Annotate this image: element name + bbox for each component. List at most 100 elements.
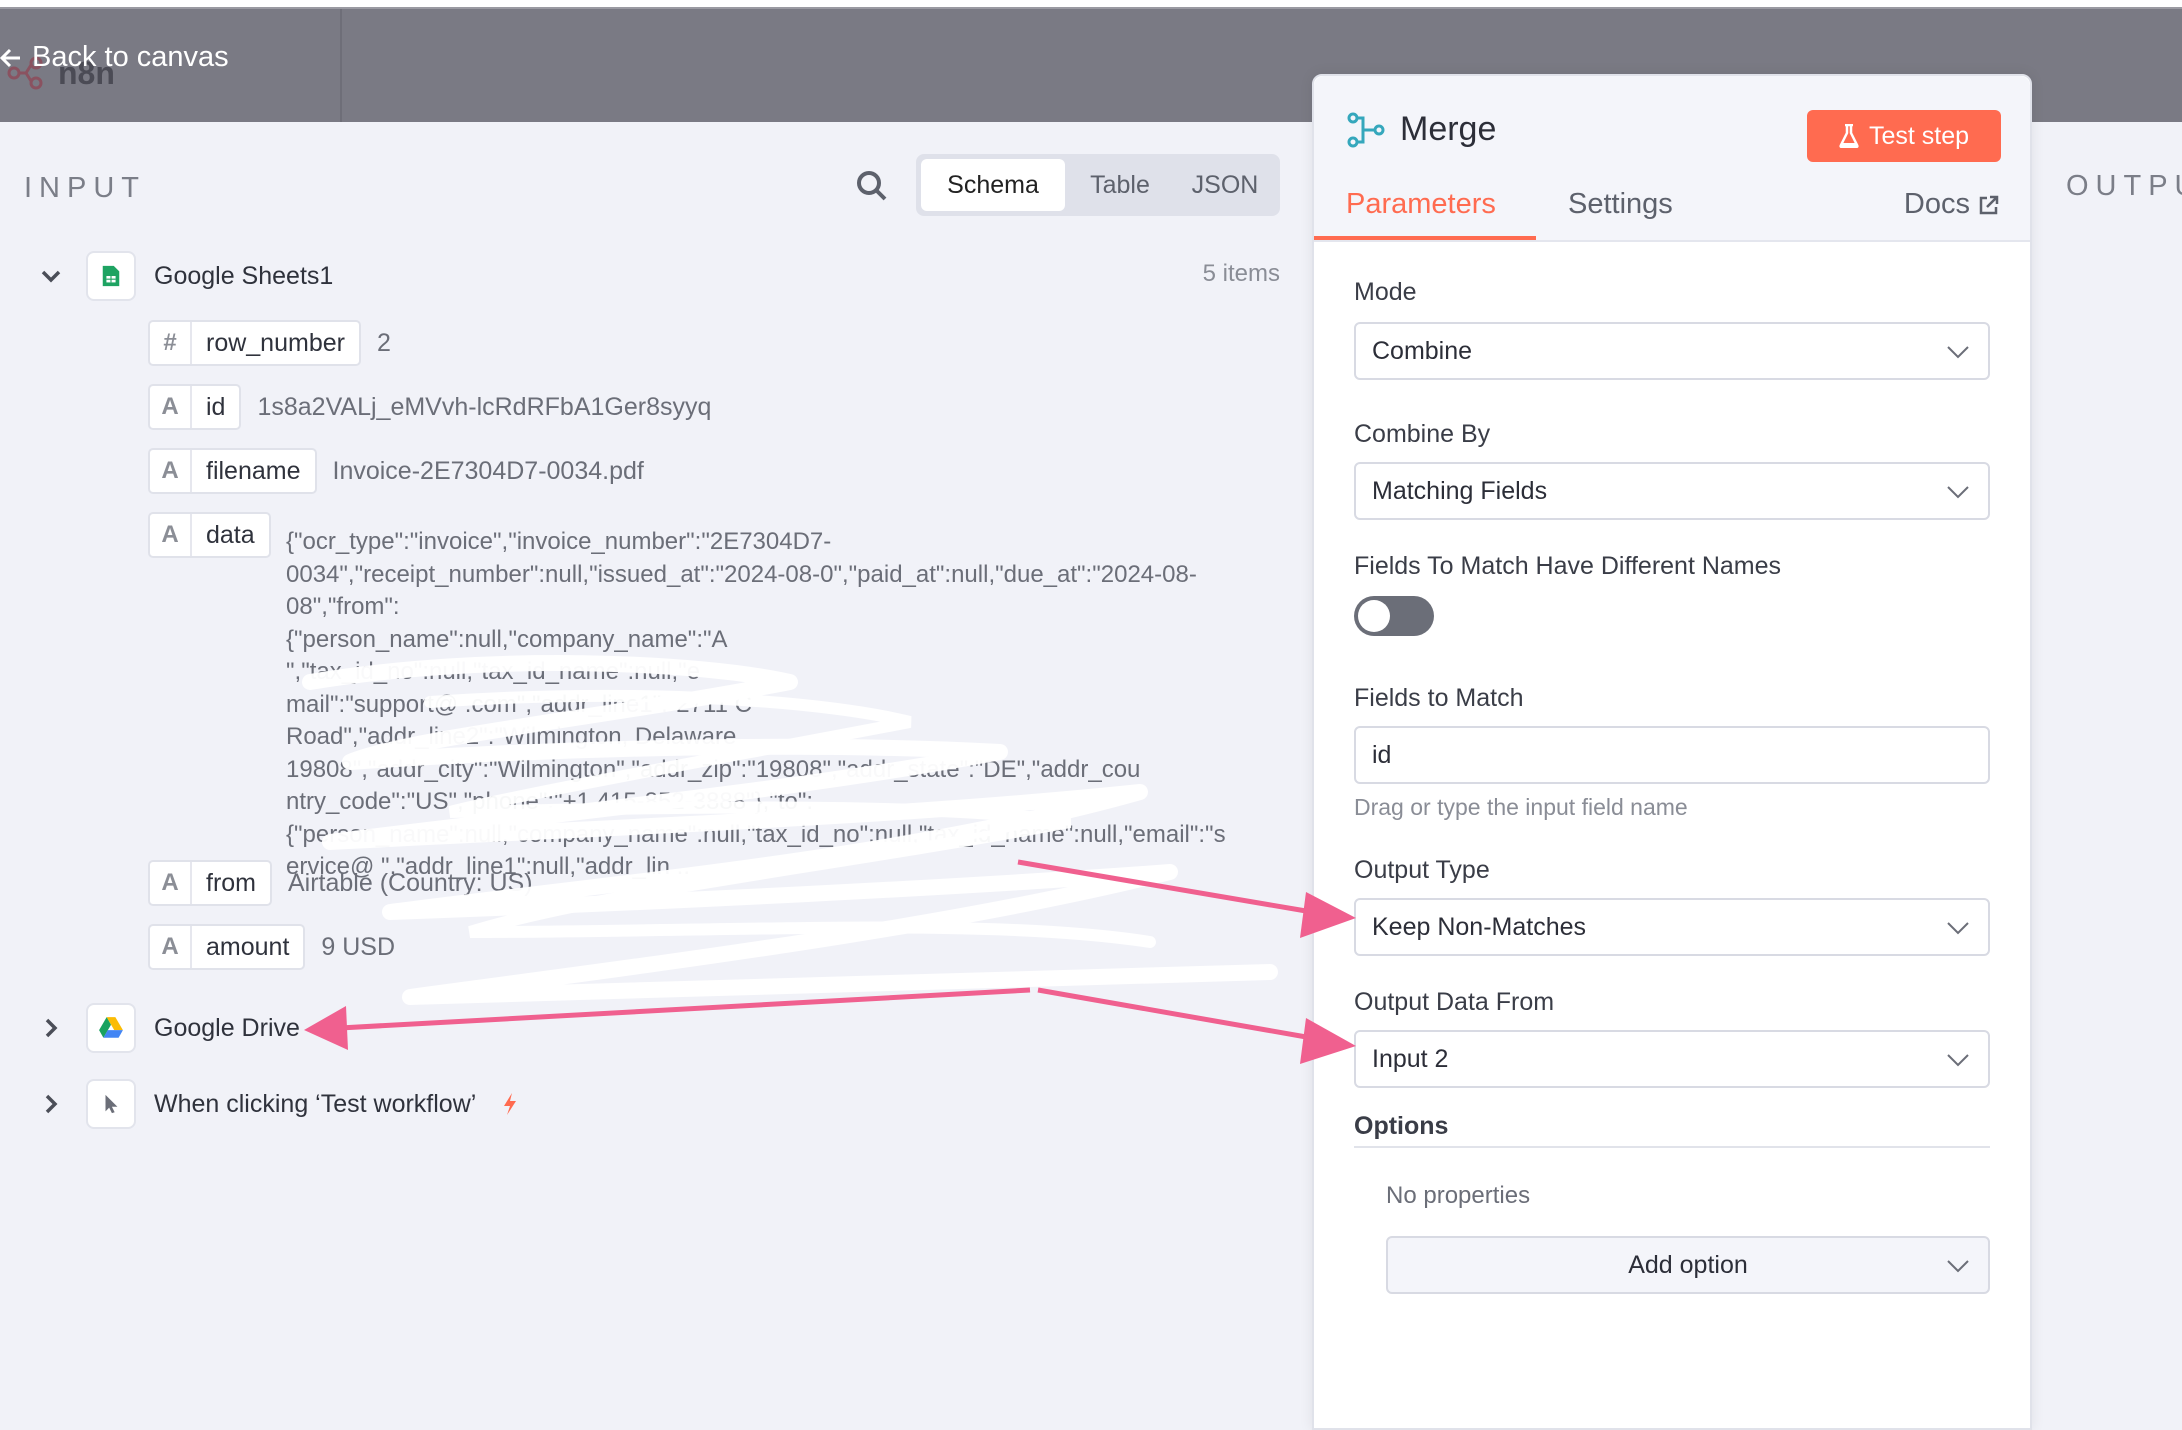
mode-select[interactable]: Combine — [1354, 322, 1990, 380]
field-row: Afrom Airtable (Country: US) — [148, 860, 533, 906]
field-row: # row_number 2 — [148, 320, 391, 366]
combine-by-label: Combine By — [1354, 420, 1491, 448]
flask-icon — [1839, 124, 1859, 148]
field-pill[interactable]: Adata — [148, 512, 271, 558]
search-button[interactable] — [852, 166, 892, 206]
number-type-icon: # — [150, 322, 192, 364]
field-value: Invoice-2E7304D7-0034.pdf — [332, 457, 644, 485]
merge-panel-header: Merge Test step Parameters Settings Docs — [1314, 76, 2030, 242]
combine-by-select[interactable]: Matching Fields — [1354, 462, 1990, 520]
tab-settings[interactable]: Settings — [1568, 188, 1673, 221]
field-key: amount — [206, 932, 290, 961]
data-line: Road","addr_line2":"Wilmington, Delaware — [286, 723, 737, 750]
data-line: 19808","addr_city":"Wilmington","addr_zi… — [286, 755, 1141, 783]
field-value: 2 — [376, 329, 391, 357]
chevron-down-icon — [1947, 922, 1969, 935]
data-line: ","tax_id_no":null,"tax_id_name":null,"e — [286, 658, 701, 685]
data-line: 08","from": — [286, 593, 400, 620]
tab-schema[interactable]: Schema — [921, 159, 1065, 211]
search-icon — [857, 171, 887, 201]
docs-link[interactable]: Docs — [1904, 188, 2000, 221]
mode-value: Combine — [1372, 336, 1473, 365]
chevron-right-icon[interactable] — [36, 1013, 66, 1043]
field-value: Airtable (Country: US) — [288, 869, 533, 897]
field-row: Adata — [148, 512, 271, 558]
output-data-from-label: Output Data From — [1354, 988, 1555, 1016]
items-count: 5 items — [1202, 260, 1280, 287]
view-switcher: Schema Table JSON — [916, 154, 1280, 216]
field-key: id — [206, 392, 226, 421]
data-line: {"person_name":null,"company_name":"A — [286, 625, 728, 653]
node-google-drive[interactable]: Google Drive — [36, 1002, 300, 1054]
topbar-divider — [340, 9, 342, 122]
different-names-label: Fields To Match Have Different Names — [1354, 552, 1782, 580]
add-option-label: Add option — [1628, 1250, 1748, 1279]
test-step-label: Test step — [1868, 121, 1970, 150]
window-top-border — [0, 0, 2182, 9]
input-title: INPUT — [24, 172, 146, 204]
field-value: 1s8a2VALj_eMVvh-lcRdRFbA1Ger8syyq — [257, 393, 712, 421]
tab-underline — [1314, 236, 1536, 240]
add-option-button[interactable]: Add option — [1386, 1236, 1990, 1294]
test-step-button[interactable]: Test step — [1807, 110, 2001, 162]
data-line: {"ocr_type":"invoice","invoice_number":"… — [286, 528, 832, 555]
data-field-value: {"ocr_type":"invoice","invoice_number":"… — [286, 526, 1282, 884]
field-pill[interactable]: Afrom — [148, 860, 272, 906]
chevron-down-icon[interactable] — [36, 261, 66, 291]
data-line: mail":"support@ .com","addr_line1":"2711… — [286, 690, 752, 718]
field-pill[interactable]: # row_number — [148, 320, 361, 366]
different-names-toggle[interactable] — [1354, 596, 1434, 636]
tab-table[interactable]: Table — [1065, 159, 1175, 211]
chevron-down-icon — [1947, 1260, 1969, 1273]
chevron-right-icon[interactable] — [36, 1089, 66, 1119]
field-key: from — [206, 868, 256, 897]
field-key: filename — [206, 456, 301, 485]
string-type-icon: A — [150, 926, 192, 968]
merge-node-panel: Merge Test step Parameters Settings Docs… — [1312, 74, 2032, 1430]
chevron-down-icon — [1947, 1054, 1969, 1067]
lightning-icon — [504, 1093, 517, 1115]
string-type-icon: A — [150, 386, 192, 428]
google-drive-icon — [86, 1003, 136, 1053]
arrow-left-icon — [0, 48, 20, 67]
node-name: Google Drive — [154, 1013, 300, 1042]
string-type-icon: A — [150, 514, 192, 556]
options-divider — [1354, 1146, 1990, 1148]
external-link-icon — [1979, 195, 1999, 214]
chevron-down-icon — [1947, 486, 1969, 499]
fields-to-match-input[interactable] — [1354, 726, 1990, 784]
merge-title: Merge — [1400, 110, 1497, 148]
data-line: {"person_name":null,"company_name":null,… — [286, 820, 1226, 848]
back-to-canvas-button[interactable]: Back to canvas — [0, 41, 229, 74]
output-type-select[interactable]: Keep Non-Matches — [1354, 898, 1990, 956]
docs-label: Docs — [1903, 188, 1970, 220]
output-type-value: Keep Non-Matches — [1372, 912, 1587, 941]
data-line: 0034","receipt_number":null,"issued_at":… — [286, 560, 1197, 588]
output-title: OUTPUT — [2066, 170, 2182, 202]
field-pill[interactable]: Aamount — [148, 924, 306, 970]
combine-by-value: Matching Fields — [1372, 476, 1548, 505]
field-pill[interactable]: Afilename — [148, 448, 317, 494]
fields-to-match-hint: Drag or type the input field name — [1354, 794, 1688, 820]
chevron-down-icon — [1947, 346, 1969, 359]
tab-json[interactable]: JSON — [1175, 159, 1275, 211]
node-google-sheets[interactable]: Google Sheets1 — [36, 250, 333, 302]
output-data-from-value: Input 2 — [1372, 1044, 1449, 1073]
field-key: row_number — [206, 328, 345, 357]
field-row: Afilename Invoice-2E7304D7-0034.pdf — [148, 448, 644, 494]
output-type-label: Output Type — [1354, 856, 1490, 884]
field-pill[interactable]: Aid — [148, 384, 242, 430]
node-manual-trigger[interactable]: When clicking ‘Test workflow’ — [36, 1078, 518, 1130]
google-sheets-icon — [86, 251, 136, 301]
data-line: ntry_code":"US","phone":"+1 415-852-3888… — [286, 788, 814, 815]
node-name: When clicking ‘Test workflow’ — [154, 1089, 477, 1118]
field-row: Aid 1s8a2VALj_eMVvh-lcRdRFbA1Ger8syyq — [148, 384, 711, 430]
options-title: Options — [1354, 1112, 1449, 1140]
tab-parameters[interactable]: Parameters — [1346, 188, 1496, 221]
no-properties-text: No properties — [1386, 1182, 1531, 1209]
output-data-from-select[interactable]: Input 2 — [1354, 1030, 1990, 1088]
mode-label: Mode — [1354, 278, 1417, 306]
cursor-pointer-icon — [86, 1079, 136, 1129]
toggle-knob — [1358, 600, 1390, 632]
fields-to-match-label: Fields to Match — [1354, 684, 1524, 712]
